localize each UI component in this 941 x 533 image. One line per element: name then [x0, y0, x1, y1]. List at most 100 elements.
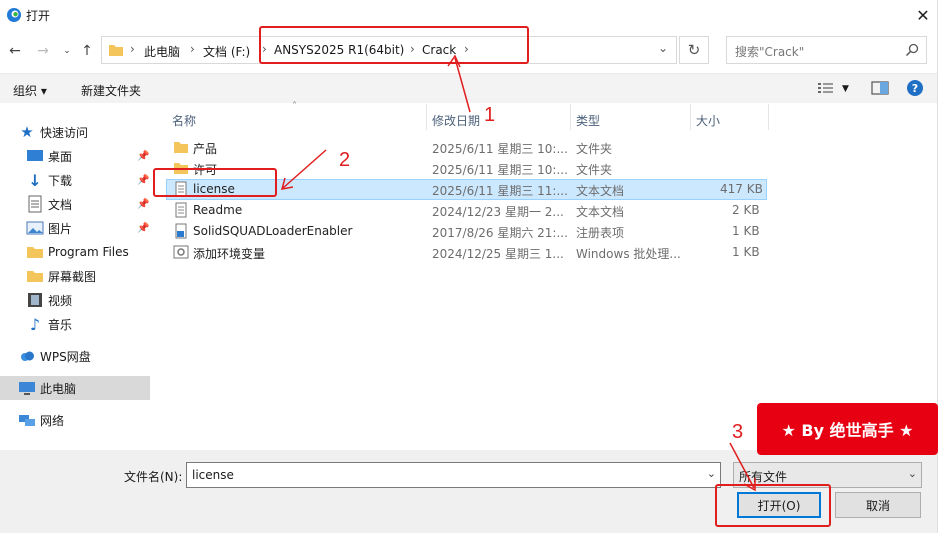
file-row-loader-enabler[interactable]: SolidSQUADLoaderEnabler 2017/8/26 星期六 21…: [166, 221, 767, 242]
sidebar-item-desktop[interactable]: 桌面 📌: [0, 144, 150, 168]
document-icon: [28, 195, 42, 213]
file-type: Windows 批处理...: [576, 247, 681, 261]
cancel-button[interactable]: 取消: [835, 492, 921, 518]
file-row-products[interactable]: 产品 2025/6/11 星期三 10:... 文件夹: [166, 137, 767, 158]
column-header-name[interactable]: 名称: [172, 112, 196, 129]
registry-icon: [175, 223, 187, 239]
column-header-type[interactable]: 类型: [576, 112, 600, 129]
chevron-down-icon: ⌄: [63, 46, 71, 56]
music-icon: ♪: [29, 314, 41, 334]
folder-icon: [27, 271, 43, 282]
sidebar-item-screenshots[interactable]: 屏幕截图: [0, 264, 150, 288]
file-size: 417 KB: [720, 182, 763, 196]
file-date: 2025/6/11 星期三 10:...: [432, 142, 568, 156]
folder-icon: [109, 45, 123, 56]
file-name: Readme: [193, 203, 243, 217]
view-list-icon[interactable]: [817, 80, 835, 96]
sidebar-item-music[interactable]: ♪ 音乐: [0, 312, 150, 336]
sidebar-item-videos[interactable]: 视频: [0, 288, 150, 312]
folder-icon: [174, 142, 188, 153]
help-icon[interactable]: ?: [906, 79, 924, 97]
sidebar-item-pictures[interactable]: 图片 📌: [0, 216, 150, 240]
file-name: 添加环境变量: [193, 247, 266, 261]
annotation-number-2: 2: [339, 149, 351, 171]
file-date: 2025/6/11 星期三 11:...: [432, 184, 568, 198]
download-icon: ↓: [28, 170, 42, 190]
file-list: 名称 ˄ 修改日期 类型 大小 产品 2025/6/11 星期三 10:... …: [160, 101, 941, 450]
folder-icon: [27, 247, 43, 258]
desktop-icon: [27, 150, 43, 161]
file-type: 文本文档: [576, 184, 625, 198]
filename-input[interactable]: license ⌄: [186, 462, 721, 488]
refresh-button[interactable]: ↻: [679, 36, 709, 64]
annotation-box-license: [153, 168, 277, 197]
filetype-value: 所有文件: [739, 470, 788, 484]
star-icon: ★: [20, 123, 34, 141]
file-date: 2017/8/26 星期六 21:...: [432, 226, 568, 240]
column-divider[interactable]: [570, 104, 571, 130]
sidebar-item-downloads[interactable]: ↓ 下载 📌: [0, 168, 150, 192]
close-button[interactable]: ✕: [905, 0, 941, 30]
column-header-date[interactable]: 修改日期: [432, 112, 480, 129]
up-button[interactable]: ↑: [78, 42, 96, 60]
file-row-readme[interactable]: Readme 2024/12/23 星期一 2... 文本文档 2 KB: [166, 200, 767, 221]
sidebar-item-wps-cloud[interactable]: WPS网盘: [0, 344, 150, 368]
new-folder-button[interactable]: 新建文件夹: [81, 82, 141, 99]
file-type: 注册表项: [576, 226, 625, 240]
chevron-down-icon[interactable]: ⌄: [908, 467, 917, 480]
column-divider[interactable]: [768, 104, 769, 130]
sidebar-item-label: 文档: [48, 197, 73, 212]
video-icon: [28, 293, 42, 307]
pin-icon[interactable]: 📌: [137, 151, 149, 162]
sidebar-item-program-files[interactable]: Program Files: [0, 240, 150, 264]
search-input[interactable]: 搜索"Crack": [726, 36, 927, 64]
network-icon: [19, 415, 35, 426]
sidebar-item-quick-access[interactable]: ★ 快速访问: [0, 120, 150, 144]
cloud-icon: [21, 351, 34, 361]
sidebar-item-label: Program Files: [48, 245, 129, 259]
chevron-down-icon[interactable]: ⌄: [707, 467, 716, 480]
refresh-icon: ↻: [687, 41, 701, 59]
breadcrumb-drive[interactable]: 文档 (F:): [203, 43, 250, 60]
column-header-size[interactable]: 大小: [696, 112, 720, 129]
file-row-add-env-var[interactable]: 添加环境变量 2024/12/25 星期三 1... Windows 批处理..…: [166, 242, 767, 263]
back-button[interactable]: ←: [6, 42, 24, 60]
breadcrumb-separator-icon: ›: [190, 42, 195, 56]
pin-icon[interactable]: 📌: [137, 175, 149, 186]
search-icon: [905, 43, 919, 57]
view-options-dropdown-icon[interactable]: ▼: [842, 84, 849, 94]
sidebar-item-label: 此电脑: [40, 381, 77, 396]
file-name: SolidSQUADLoaderEnabler: [193, 224, 353, 238]
recent-locations-button[interactable]: ⌄: [58, 42, 76, 60]
preview-pane-icon[interactable]: [871, 80, 889, 96]
file-size: 1 KB: [732, 245, 760, 259]
column-divider[interactable]: [426, 104, 427, 130]
sidebar-item-label: 视频: [48, 293, 73, 308]
batch-file-icon: [173, 245, 189, 259]
file-type: 文件夹: [576, 163, 613, 177]
search-placeholder: 搜索"Crack": [735, 45, 805, 59]
app-icon: [7, 8, 21, 22]
file-type: 文件夹: [576, 142, 613, 156]
arrow-left-icon: ←: [9, 43, 21, 59]
filename-label: 文件名(N):: [124, 470, 183, 484]
breadcrumb-this-pc[interactable]: 此电脑: [144, 43, 180, 60]
command-toolbar: 组织 ▾ 新建文件夹 ▼ ?: [0, 73, 941, 103]
window-edge: [937, 0, 941, 533]
sidebar-item-network[interactable]: 网络: [0, 408, 150, 432]
organize-menu[interactable]: 组织 ▾: [13, 82, 47, 99]
sidebar-item-label: 快速访问: [40, 125, 89, 140]
column-divider[interactable]: [690, 104, 691, 130]
window-title: 打开: [26, 9, 51, 23]
forward-button[interactable]: →: [34, 42, 52, 60]
pin-icon[interactable]: 📌: [137, 223, 149, 234]
sidebar-item-this-pc[interactable]: 此电脑: [0, 376, 150, 400]
filename-value: license: [192, 468, 234, 482]
sidebar-item-label: WPS网盘: [40, 349, 91, 364]
navigation-pane: ★ 快速访问 桌面 📌 ↓ 下载 📌 文档 📌 图片 📌 Program Fil…: [0, 104, 160, 450]
annotation-number-3: 3: [732, 421, 744, 443]
sidebar-item-documents[interactable]: 文档 📌: [0, 192, 150, 216]
sidebar-item-label: 音乐: [48, 317, 73, 332]
chevron-down-icon[interactable]: ⌄: [658, 41, 668, 55]
pin-icon[interactable]: 📌: [137, 199, 149, 210]
